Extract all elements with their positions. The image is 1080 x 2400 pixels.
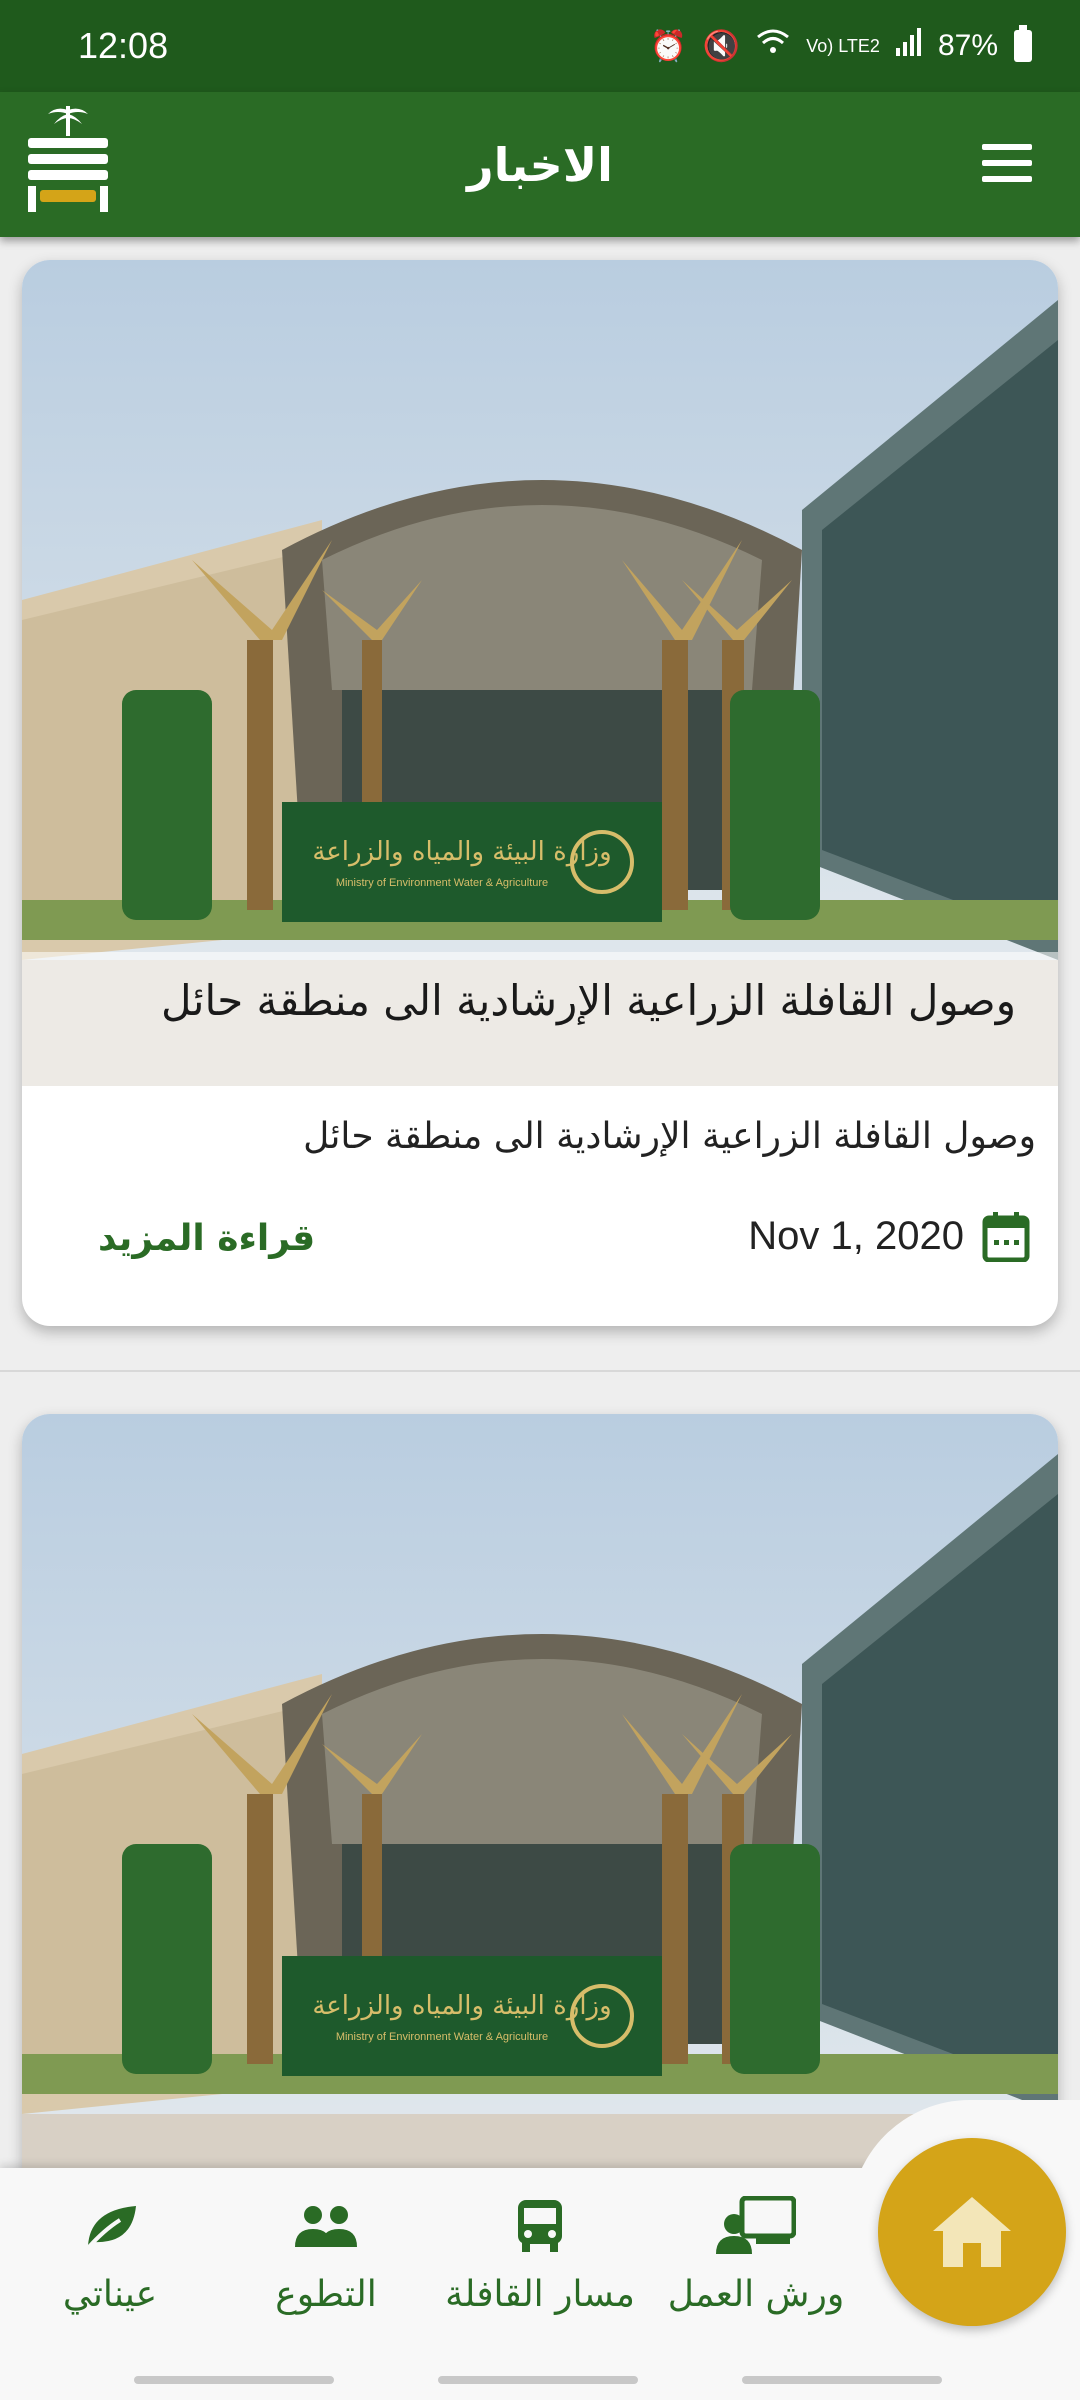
battery-text: 87% xyxy=(937,29,998,62)
news-image: وزارة البيئة والمياه والزراعة Ministry o… xyxy=(22,260,1058,1086)
nav-label: ورش العمل xyxy=(667,2274,845,2315)
divider xyxy=(0,1370,1080,1372)
sign-text-en: Ministry of Environment Water & Agricult… xyxy=(336,877,548,889)
sign-text-ar: وزارة البيئة والمياه والزراعة xyxy=(312,837,611,867)
date-text: Nov 1, 2020 xyxy=(748,1213,964,1258)
home-icon xyxy=(933,2197,1011,2267)
sign-text-ar: وزارة البيئة والمياه والزراعة xyxy=(312,1991,611,2021)
page-title: الاخبار xyxy=(467,137,613,192)
status-time: 12:08 xyxy=(78,25,169,66)
network-label: Vo) LTE2 xyxy=(806,36,880,56)
nav-item-workshops[interactable]: ورش العمل xyxy=(656,2196,856,2315)
leaf-icon xyxy=(86,2206,136,2250)
home-button[interactable] xyxy=(878,2138,1066,2326)
app-logo xyxy=(28,106,108,212)
nav-label: عيناتي xyxy=(62,2274,158,2315)
news-image: وزارة البيئة والمياه والزراعة Ministry o… xyxy=(22,1414,1058,2240)
sign-text-en: Ministry of Environment Water & Agricult… xyxy=(336,2031,548,2043)
app-bar: الاخبار xyxy=(0,92,1080,237)
wifi-icon xyxy=(756,28,790,64)
calendar-icon xyxy=(982,1212,1030,1262)
nav-label: مسار القافلة xyxy=(445,2274,635,2315)
nav-item-caravan-route[interactable]: مسار القافلة xyxy=(440,2196,640,2315)
workshop-icon xyxy=(716,2196,796,2254)
news-card[interactable]: وزارة البيئة والمياه والزراعة Ministry o… xyxy=(22,260,1058,1326)
read-more-button[interactable]: قراءة المزيد xyxy=(98,1218,315,1259)
signal-icon xyxy=(895,28,922,64)
status-icons: ⏰ 🔇 Vo) LTE2 87% xyxy=(649,25,1032,64)
nav-label: التطوع xyxy=(275,2274,377,2315)
mute-icon: 🔇 xyxy=(702,29,741,63)
status-bar: 12:08 ⏰ 🔇 Vo) LTE2 87% xyxy=(0,0,1080,92)
alarm-icon: ⏰ xyxy=(649,29,687,63)
menu-icon[interactable] xyxy=(982,144,1032,182)
image-caption: وصول القافلة الزراعية الإرشادية الى منطق… xyxy=(160,976,1016,1025)
news-date: Nov 1, 2020 xyxy=(748,1210,1030,1262)
gesture-bar-right xyxy=(742,2376,942,2384)
battery-icon xyxy=(1014,25,1032,62)
gesture-bar-left xyxy=(134,2376,334,2384)
bus-icon xyxy=(518,2200,562,2252)
people-icon xyxy=(295,2206,357,2247)
news-title: وصول القافلة الزراعية الإرشادية الى منطق… xyxy=(303,1116,1036,1157)
nav-item-volunteer[interactable]: التطوع xyxy=(226,2196,426,2315)
nav-item-samples[interactable]: عيناتي xyxy=(10,2196,210,2315)
gesture-bar-center xyxy=(438,2376,638,2384)
